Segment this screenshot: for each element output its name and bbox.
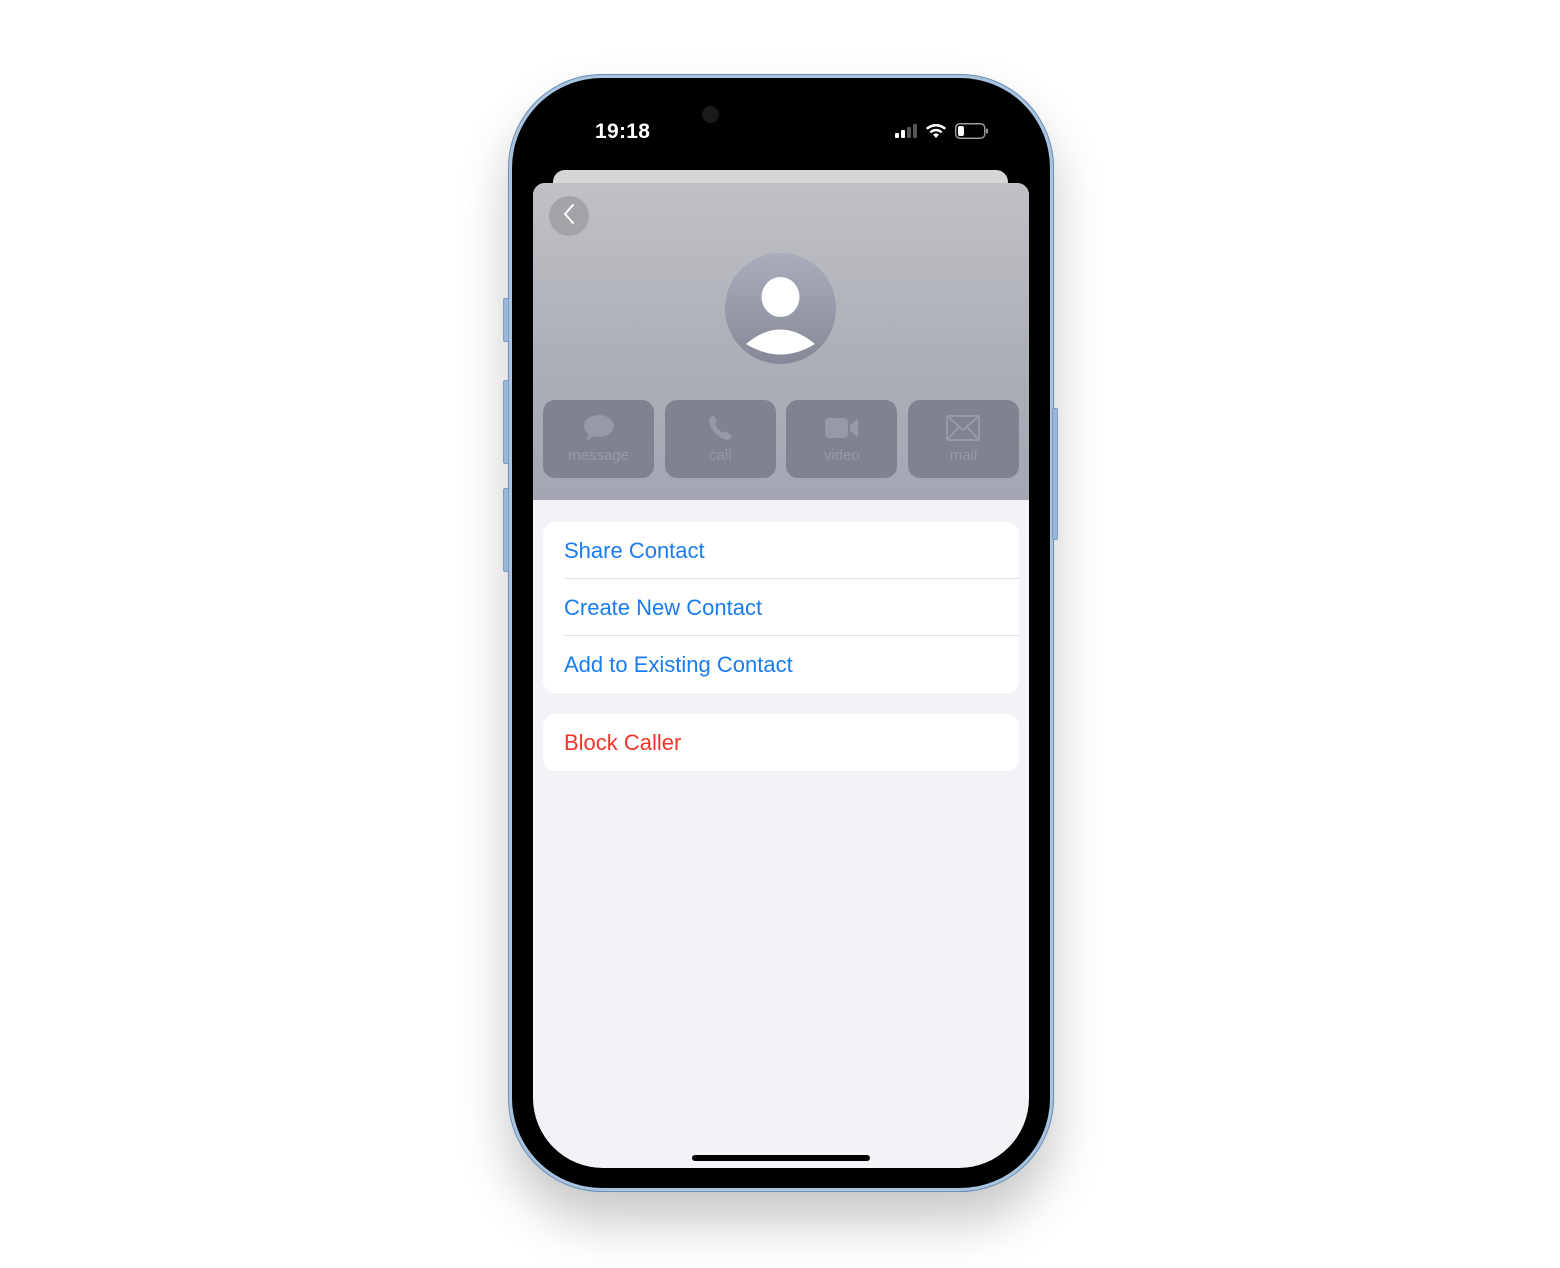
side-button-volume-up <box>503 380 509 464</box>
status-bar: 19:18 <box>533 98 1029 168</box>
home-indicator[interactable] <box>692 1155 870 1161</box>
status-icons <box>895 123 989 144</box>
avatar <box>725 253 836 364</box>
video-camera-icon <box>824 411 860 445</box>
add-to-existing-contact-button[interactable]: Add to Existing Contact <box>543 636 1019 693</box>
back-button[interactable] <box>549 196 589 236</box>
block-group: Block Caller <box>543 714 1019 771</box>
video-label: video <box>823 447 860 464</box>
call-button[interactable]: call <box>664 400 776 478</box>
video-button[interactable]: video <box>786 400 898 478</box>
contact-sheet: message call video mail Share Contact Cr… <box>533 183 1029 1168</box>
mail-label: mail <box>949 447 978 464</box>
side-button-power <box>1052 408 1058 540</box>
contact-header: message call video mail <box>533 183 1029 500</box>
call-label: call <box>708 447 732 464</box>
side-button-action <box>503 298 509 342</box>
phone-icon <box>706 411 734 445</box>
envelope-icon <box>946 411 981 445</box>
message-button[interactable]: message <box>543 400 654 478</box>
status-time: 19:18 <box>595 120 651 143</box>
front-camera <box>702 106 719 123</box>
message-label: message <box>568 447 629 464</box>
chevron-left-icon <box>562 203 576 230</box>
side-button-volume-down <box>503 488 509 572</box>
create-new-contact-button[interactable]: Create New Contact <box>543 579 1019 636</box>
wifi-icon <box>925 123 947 144</box>
person-silhouette-icon <box>746 277 815 355</box>
speech-bubble-icon <box>582 411 616 445</box>
mail-button[interactable]: mail <box>907 400 1019 478</box>
share-contact-button[interactable]: Share Contact <box>543 522 1019 579</box>
screen: 19:18 message call video mail Share Cont… <box>533 98 1029 1168</box>
quick-actions: message call video mail <box>543 400 1019 478</box>
battery-icon <box>955 123 989 144</box>
contact-options-group: Share Contact Create New Contact Add to … <box>543 522 1019 693</box>
cellular-signal-icon <box>895 124 917 143</box>
block-caller-button[interactable]: Block Caller <box>543 714 1019 771</box>
